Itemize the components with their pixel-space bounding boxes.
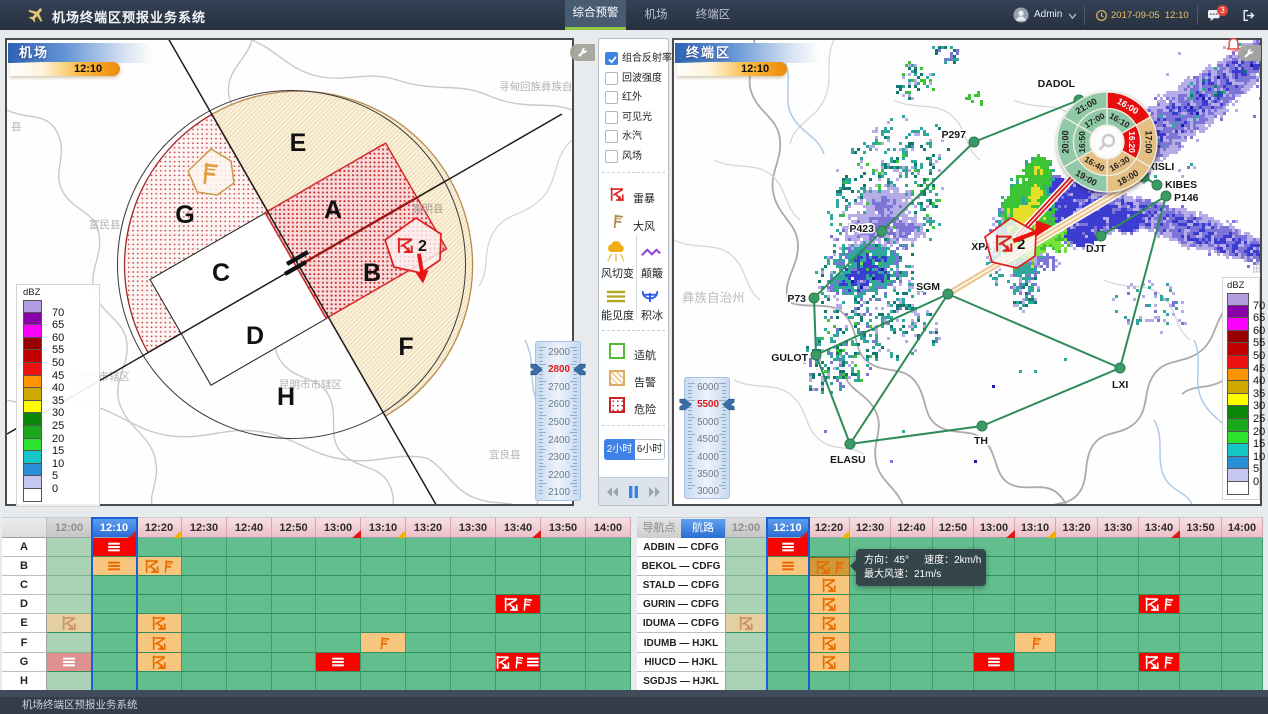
svg-text:P146: P146 (1174, 192, 1199, 204)
svg-text:E: E (290, 129, 307, 157)
svg-text:16:20: 16:20 (1127, 131, 1137, 153)
svg-text:DADOL: DADOL (1038, 78, 1076, 90)
svg-text:KIBES: KIBES (1165, 179, 1197, 191)
svg-text:G: G (175, 201, 194, 229)
svg-text:SGM: SGM (916, 281, 940, 293)
svg-text:16:50: 16:50 (1077, 131, 1087, 153)
svg-text:DJT: DJT (1086, 243, 1106, 255)
svg-text:2: 2 (418, 238, 427, 255)
svg-text:B: B (363, 259, 381, 287)
svg-text:GULOT: GULOT (771, 352, 808, 364)
svg-text:P73: P73 (787, 293, 806, 305)
svg-text:P297: P297 (941, 129, 966, 141)
svg-text:17:00: 17:00 (1144, 130, 1154, 153)
svg-text:彝族自治州: 彝族自治州 (682, 290, 745, 305)
svg-text:县: 县 (11, 121, 22, 133)
svg-text:A: A (324, 196, 342, 224)
svg-text:D: D (246, 322, 264, 350)
svg-text:P423: P423 (849, 223, 874, 235)
svg-text:ELASU: ELASU (830, 454, 866, 466)
svg-text:H: H (277, 383, 295, 411)
svg-text:20:00: 20:00 (1061, 130, 1071, 153)
svg-text:宜良县: 宜良县 (489, 448, 521, 461)
svg-text:富民县: 富民县 (89, 218, 121, 231)
svg-text:寻甸回族彝族自治县: 寻甸回族彝族自治县 (499, 80, 572, 93)
svg-text:LXI: LXI (1112, 379, 1128, 391)
svg-text:F: F (398, 333, 413, 361)
svg-text:C: C (212, 259, 230, 287)
svg-text:TH: TH (974, 435, 988, 447)
svg-text:嵩明县: 嵩明县 (412, 203, 444, 215)
